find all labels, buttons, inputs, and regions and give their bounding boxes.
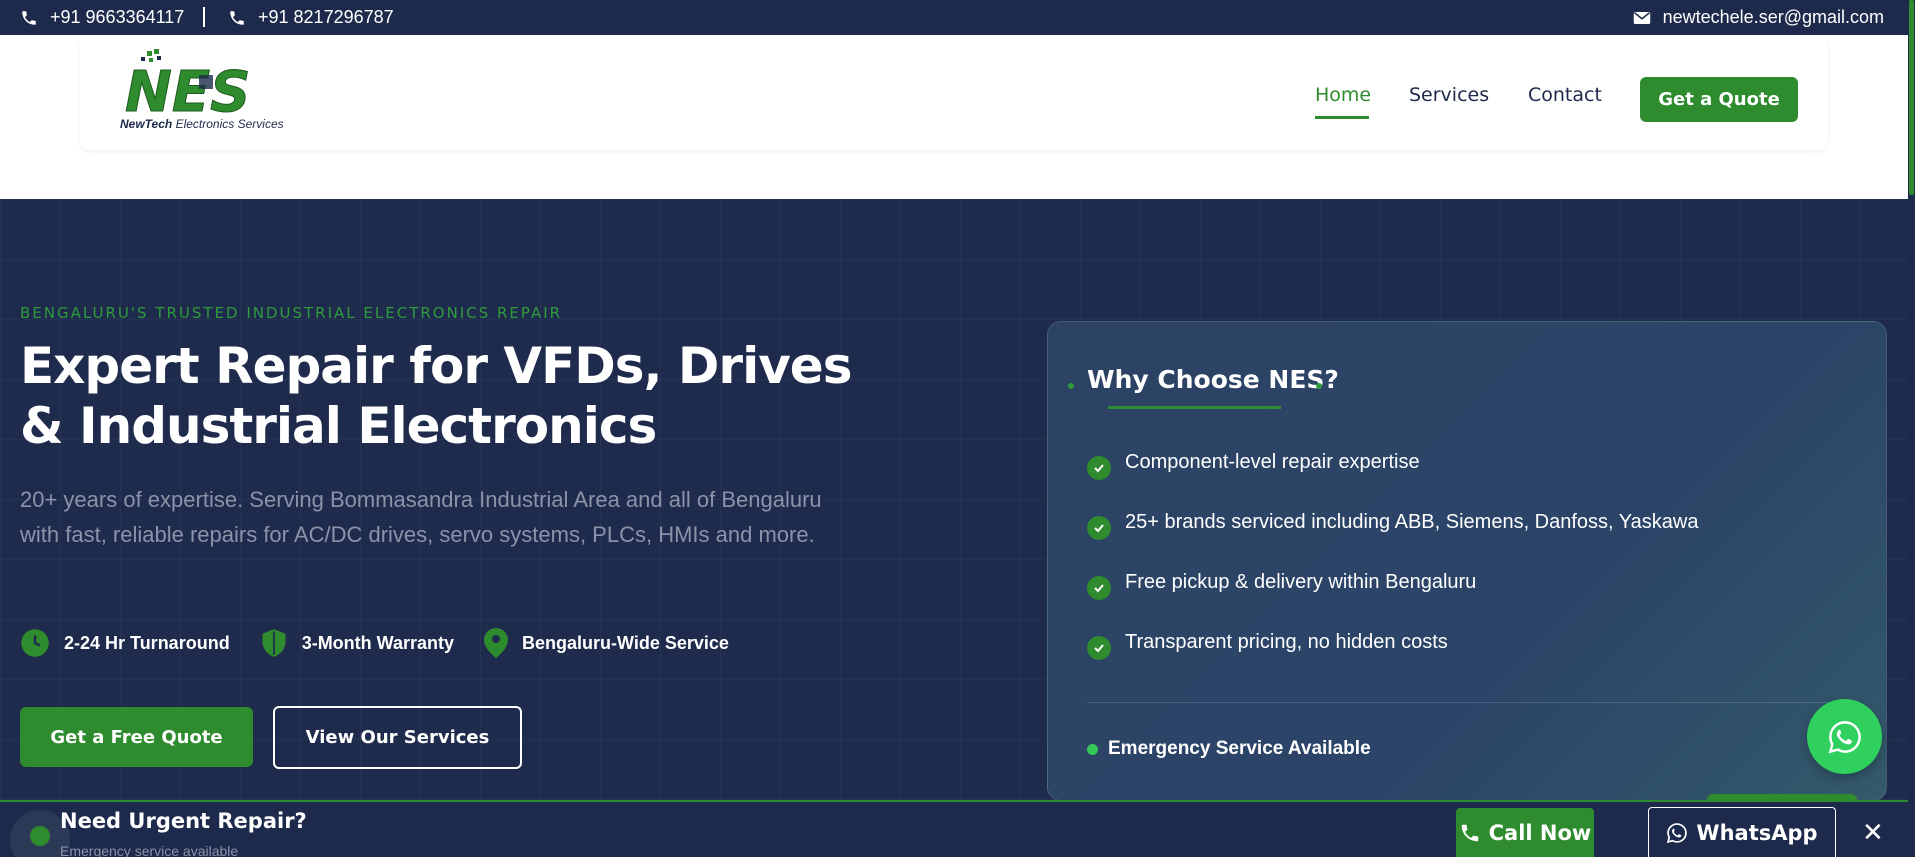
get-free-quote-button[interactable]: Get a Free Quote <box>20 707 253 767</box>
svg-text:NewTech Electronics Services: NewTech Electronics Services <box>120 117 284 131</box>
call-now-label: Call Now <box>1488 820 1592 845</box>
decorative-dot <box>1068 383 1074 389</box>
whatsapp-icon <box>1667 822 1688 843</box>
hero-description: 20+ years of expertise. Serving Bommasan… <box>20 487 822 547</box>
feature-label: 2-24 Hr Turnaround <box>64 632 230 653</box>
why-choose-title: Why Choose NES? <box>1087 365 1339 394</box>
phone-icon <box>22 10 36 25</box>
decorative-dot <box>1316 383 1322 389</box>
urgent-subtitle: Emergency service available <box>60 843 239 857</box>
urgent-title: Need Urgent Repair? <box>60 809 307 833</box>
phone-icon <box>230 10 244 25</box>
why-item-text: 25+ brands serviced including ABB, Sieme… <box>1125 510 1699 533</box>
urgent-indicator-dot <box>30 826 50 846</box>
check-circle-icon <box>1087 516 1111 540</box>
view-services-button[interactable]: View Our Services <box>273 706 522 769</box>
whatsapp-icon <box>1828 720 1861 753</box>
why-divider <box>1087 702 1847 703</box>
phone-link-2[interactable]: +91 8217296787 <box>228 7 394 28</box>
nav-services[interactable]: Services <box>1409 84 1489 106</box>
nav-contact[interactable]: Contact <box>1528 84 1602 106</box>
nav-home[interactable]: Home <box>1315 84 1371 106</box>
scrollbar-thumb[interactable] <box>1909 0 1914 195</box>
logo-mark: NES <box>125 60 250 125</box>
why-item-text: Transparent pricing, no hidden costs <box>1125 630 1448 653</box>
phone-number-1: +91 9663364117 <box>50 7 185 27</box>
envelope-icon <box>1633 11 1650 24</box>
location-pin-icon <box>484 628 509 658</box>
clock-icon <box>21 629 49 657</box>
why-list-item: Component-level repair expertise <box>1087 444 1420 480</box>
why-item-text: Component-level repair expertise <box>1125 450 1420 473</box>
hero-features: 2-24 Hr Turnaround 3-Month Warranty Beng… <box>20 628 759 658</box>
hero-eyebrow: BENGALURU'S TRUSTED INDUSTRIAL ELECTRONI… <box>20 304 563 322</box>
email-address: newtechele.ser@gmail.com <box>1662 7 1884 27</box>
get-a-quote-button[interactable]: Get a Quote <box>1640 77 1798 122</box>
nes-logo-graphic: NES NewTech Electronics Services <box>120 49 284 131</box>
shield-icon <box>262 629 286 657</box>
email-link[interactable]: newtechele.ser@gmail.com <box>1633 7 1884 28</box>
top-contact-bar: +91 9663364117 +91 8217296787 newtechele… <box>0 0 1908 35</box>
check-circle-icon <box>1087 456 1111 480</box>
why-list-item: Transparent pricing, no hidden costs <box>1087 624 1448 660</box>
site-logo[interactable]: NES NewTech Electronics Services <box>119 47 294 132</box>
why-list-item: Free pickup & delivery within Bengaluru <box>1087 564 1476 600</box>
why-list-item: 25+ brands serviced including ABB, Sieme… <box>1087 504 1698 540</box>
phone-link-1[interactable]: +91 9663364117 <box>20 7 184 28</box>
feature-service-area: Bengaluru-Wide Service <box>484 628 729 658</box>
phone-number-2: +91 8217296787 <box>258 7 394 27</box>
emergency-label: Emergency Service Available <box>1108 738 1371 759</box>
feature-turnaround: 2-24 Hr Turnaround <box>20 628 230 658</box>
whatsapp-button[interactable]: WhatsApp <box>1648 807 1836 857</box>
feature-warranty: 3-Month Warranty <box>260 628 454 658</box>
feature-label: Bengaluru-Wide Service <box>522 632 729 653</box>
feature-label: 3-Month Warranty <box>301 632 455 653</box>
whatsapp-float-button[interactable] <box>1807 699 1882 774</box>
whatsapp-label: WhatsApp <box>1696 820 1818 845</box>
nav-active-underline <box>1315 116 1369 119</box>
close-bar-button[interactable]: ✕ <box>1862 818 1884 848</box>
emergency-service-status: Emergency Service Available <box>1087 738 1371 760</box>
logo-brand-bold: NewTech <box>120 117 172 131</box>
phone-icon <box>1461 824 1478 841</box>
check-circle-icon <box>1087 576 1111 600</box>
logo-brand-rest: Electronics Services <box>172 117 283 131</box>
check-circle-icon <box>1087 636 1111 660</box>
call-now-button[interactable]: Call Now <box>1456 808 1594 857</box>
hero-title: Expert Repair for VFDs, Drives & Industr… <box>20 337 852 455</box>
topbar-divider <box>203 7 205 27</box>
status-dot <box>1087 743 1098 755</box>
why-title-underline <box>1108 406 1281 409</box>
why-item-text: Free pickup & delivery within Bengaluru <box>1125 570 1477 593</box>
